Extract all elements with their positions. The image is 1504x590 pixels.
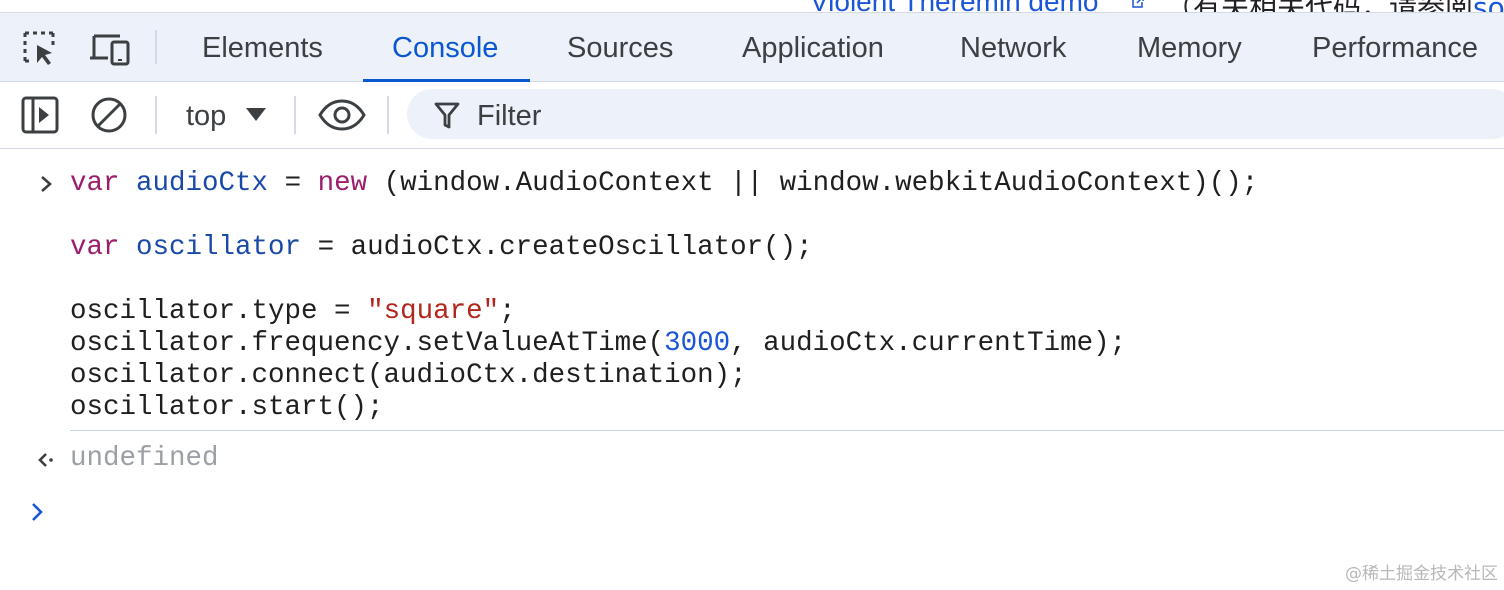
input-prompt-icon: [41, 176, 52, 192]
tab-memory[interactable]: Memory: [1137, 13, 1242, 81]
tab-sources[interactable]: Sources: [567, 13, 673, 81]
device-toolbar-icon[interactable]: [90, 30, 132, 68]
code-line: var oscillator = audioCtx.createOscillat…: [70, 232, 813, 263]
inspect-element-icon[interactable]: [22, 30, 60, 68]
tab-elements[interactable]: Elements: [202, 13, 323, 81]
filter-icon: [434, 102, 460, 129]
tab-network[interactable]: Network: [960, 13, 1066, 81]
code-line: oscillator.frequency.setValueAtTime(3000…: [70, 328, 1127, 359]
page-behind-strip: Violent Theremin demo （有关相关代码，请参阅sou: [0, 0, 1504, 12]
console-area[interactable]: var audioCtx = new (window.AudioContext …: [0, 149, 1504, 590]
tab-console[interactable]: Console: [362, 13, 531, 82]
watermark: @稀土掘金技术社区: [1345, 564, 1498, 584]
context-selector[interactable]: top: [186, 82, 226, 148]
message-divider: [70, 430, 1504, 431]
filter-placeholder[interactable]: Filter: [477, 82, 541, 148]
result-arrow-icon: [38, 453, 53, 467]
toolbar-separator: [155, 96, 157, 134]
code-line: oscillator.start();: [70, 392, 384, 423]
result-value: undefined: [70, 443, 219, 474]
chevron-down-icon[interactable]: [246, 108, 266, 121]
console-toolbar: top Filter: [0, 82, 1504, 149]
external-link-icon: [1132, 0, 1144, 8]
tab-application[interactable]: Application: [742, 13, 884, 81]
filter-input[interactable]: [407, 89, 1504, 139]
devtools-tab-bar: Elements Console Sources Application Net…: [0, 12, 1504, 82]
tab-performance[interactable]: Performance: [1312, 13, 1478, 81]
code-line: oscillator.connect(audioCtx.destination)…: [70, 360, 747, 391]
toolbar-separator: [294, 96, 296, 134]
code-line: var audioCtx = new (window.AudioContext …: [70, 168, 1259, 199]
console-input-code[interactable]: var audioCtx = new (window.AudioContext …: [70, 168, 1258, 424]
eye-icon[interactable]: [318, 99, 366, 131]
clear-console-icon[interactable]: [90, 96, 128, 134]
page-text: （有关相关代码，请参阅sou: [1165, 0, 1504, 12]
code-line: oscillator.type = "square";: [70, 296, 516, 327]
tab-separator: [155, 30, 157, 64]
new-prompt-icon[interactable]: [30, 502, 44, 522]
theremin-demo-link[interactable]: Violent Theremin demo: [810, 0, 1098, 12]
sidebar-toggle-icon[interactable]: [21, 96, 59, 134]
toolbar-separator: [387, 96, 389, 134]
